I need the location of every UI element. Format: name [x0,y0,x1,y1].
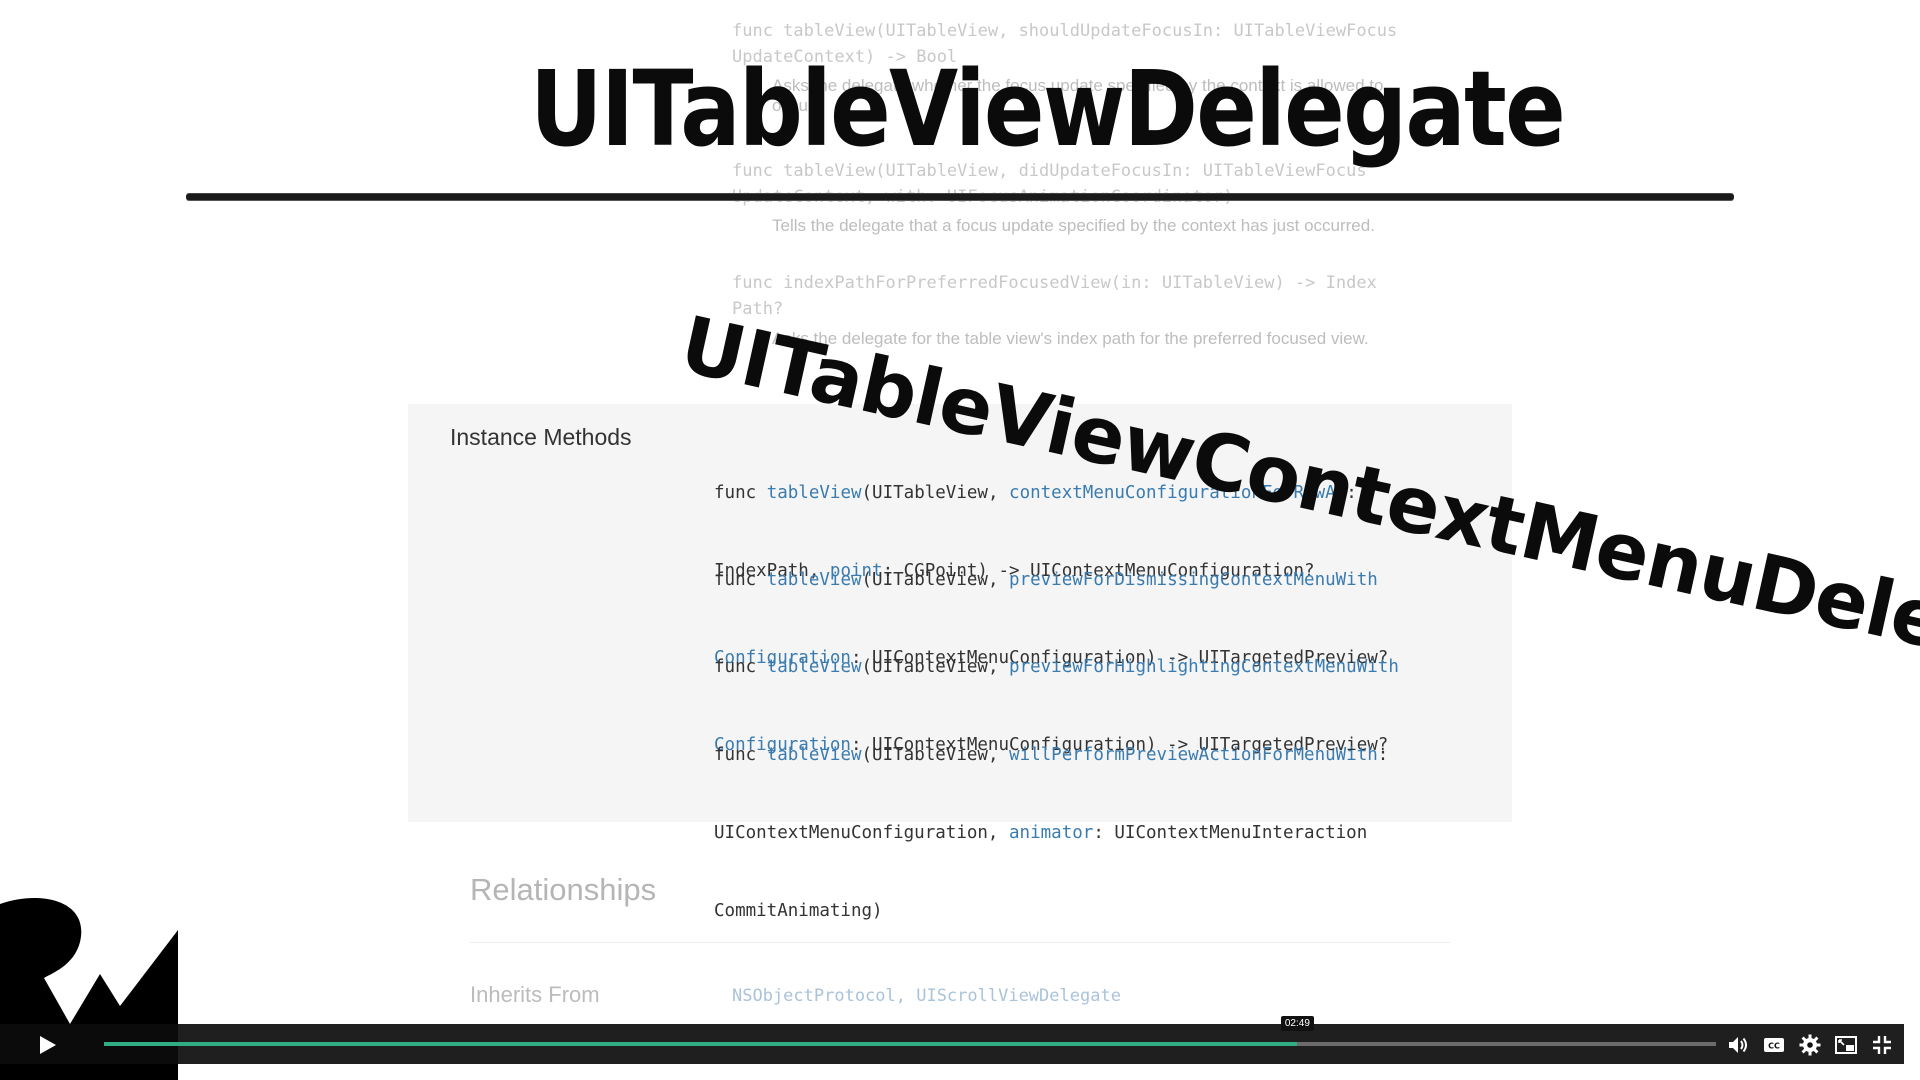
method-line: UIContextMenuConfiguration, animator: UI… [714,823,1368,843]
bg-method-index-path: func indexPathForPreferredFocusedView(in… [732,270,1377,322]
captions-icon[interactable]: CC [1762,1033,1786,1057]
method-line: CommitAnimating) [714,901,883,921]
play-icon[interactable] [38,1034,58,1056]
svg-text:CC: CC [1768,1042,1780,1051]
method-line: func tableView(UITableView, willPerformP… [714,745,1389,765]
progress-track[interactable] [104,1042,1716,1046]
picture-in-picture-icon[interactable] [1834,1033,1858,1057]
title-underline [186,194,1734,200]
progress-fill [104,1042,1297,1046]
time-tooltip: 02:49 [1280,1016,1314,1031]
instance-methods-heading: Instance Methods [450,424,632,450]
relationships-heading: Relationships [470,872,657,907]
inherits-from-link[interactable]: NSObjectProtocol, UIScrollViewDelegate [732,986,1121,1006]
bg-line: Path? [732,299,784,319]
method-line: func tableView(UITableView, previewForDi… [714,570,1378,590]
method-will-perform-preview-action[interactable]: func tableView(UITableView, willPerformP… [714,690,1388,950]
bg-line: func tableView(UITableView, shouldUpdate… [732,21,1398,41]
settings-icon[interactable] [1798,1033,1822,1057]
bg-desc-did-update-focus: Tells the delegate that a focus update s… [772,216,1375,235]
fullscreen-exit-icon[interactable] [1870,1033,1894,1057]
bg-line: func indexPathForPreferredFocusedView(in… [732,273,1377,293]
inherits-from-label: Inherits From [470,982,600,1007]
volume-icon[interactable] [1726,1033,1750,1057]
method-line: func tableView(UITableView, previewForHi… [714,657,1399,677]
section-divider [470,942,1450,943]
overlay-title-main: UITableViewDelegate [530,48,1566,170]
